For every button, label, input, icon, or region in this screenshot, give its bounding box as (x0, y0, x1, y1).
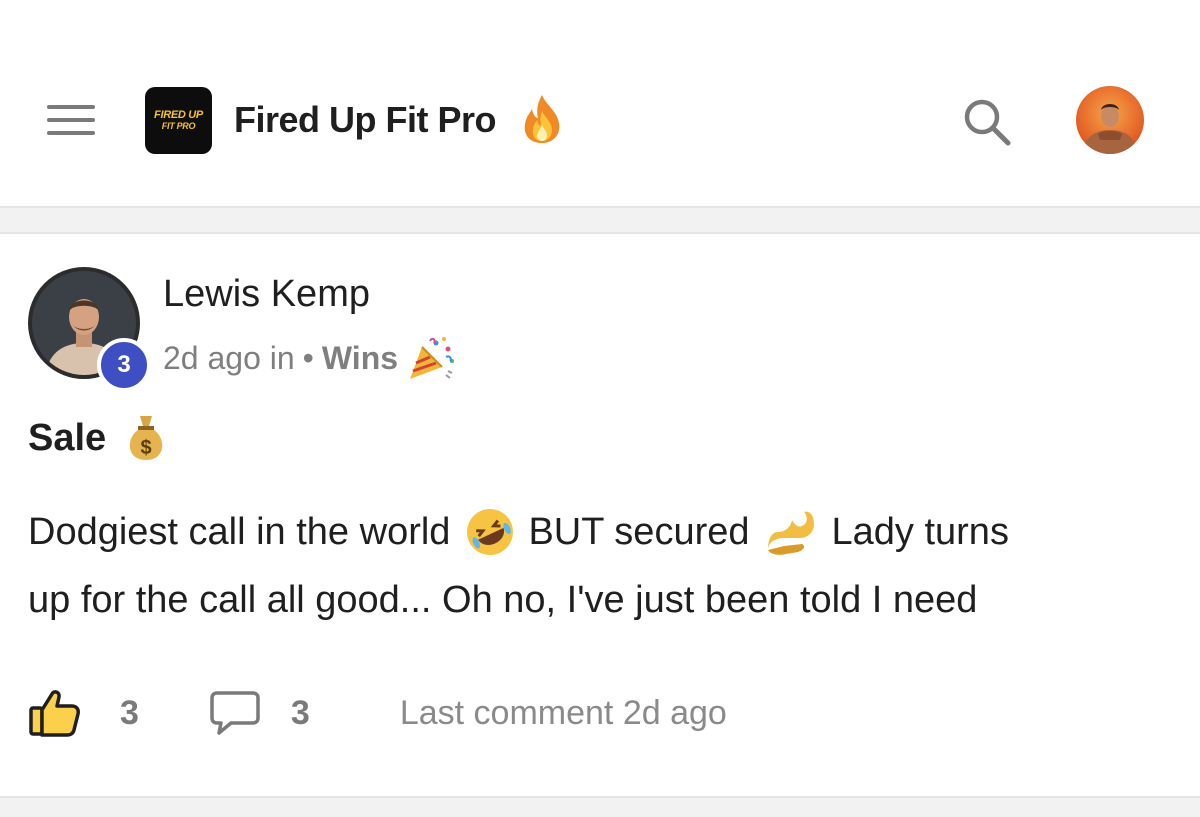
thumbs-up-icon (29, 690, 80, 737)
post-body[interactable]: Dodgiest call in the world BUT secured L… (28, 498, 1178, 634)
body-text-2: BUT secured (528, 511, 750, 553)
post-time: 2d ago in (163, 340, 295, 376)
rofl-emoji-icon (467, 509, 514, 555)
menu-line (47, 118, 95, 122)
post-meta: 2d ago in • Wins (163, 335, 456, 381)
meta-separator: • (302, 340, 314, 376)
user-avatar[interactable] (1076, 86, 1144, 154)
last-comment-time: Last comment 2d ago (399, 693, 727, 732)
section-divider (0, 796, 1200, 817)
menu-line (47, 105, 95, 109)
post-body-line: Dodgiest call in the world BUT secured L… (28, 498, 1178, 566)
party-popper-icon (410, 337, 455, 379)
menu-line (47, 131, 95, 135)
top-app-bar: FIRED UP FIT PRO Fired Up Fit Pro (0, 0, 1200, 208)
fire-icon (524, 95, 560, 143)
comment-icon (210, 691, 260, 735)
community-logo[interactable]: FIRED UP FIT PRO (145, 87, 212, 154)
search-icon[interactable] (960, 95, 1014, 149)
comment-count: 3 (290, 693, 310, 732)
body-text-3: Lady turns (831, 511, 1009, 553)
post-body-line: up for the call all good... Oh no, I've … (28, 579, 978, 621)
comment-button[interactable]: 3 (209, 690, 310, 736)
logo-text-line1: FIRED UP (154, 109, 203, 121)
like-button[interactable]: 3 (28, 688, 139, 738)
body-text-1: Dodgiest call in the world (28, 511, 451, 553)
like-count: 3 (120, 693, 139, 732)
hamburger-menu-icon[interactable] (44, 101, 98, 139)
pinching-hand-icon (767, 511, 814, 555)
post-title-text: Sale (28, 417, 107, 459)
community-title[interactable]: Fired Up Fit Pro (234, 96, 497, 144)
level-badge: 3 (97, 338, 151, 392)
post-actions: 3 3 Last comment 2d ago (28, 685, 727, 741)
post-title[interactable]: Sale $ (28, 412, 168, 464)
money-bag-icon: $ (129, 416, 163, 460)
section-divider (0, 206, 1200, 234)
svg-text:$: $ (141, 437, 152, 459)
category-link[interactable]: Wins (322, 336, 398, 380)
logo-text-line2: FIT PRO (161, 121, 196, 131)
author-name[interactable]: Lewis Kemp (163, 270, 370, 318)
